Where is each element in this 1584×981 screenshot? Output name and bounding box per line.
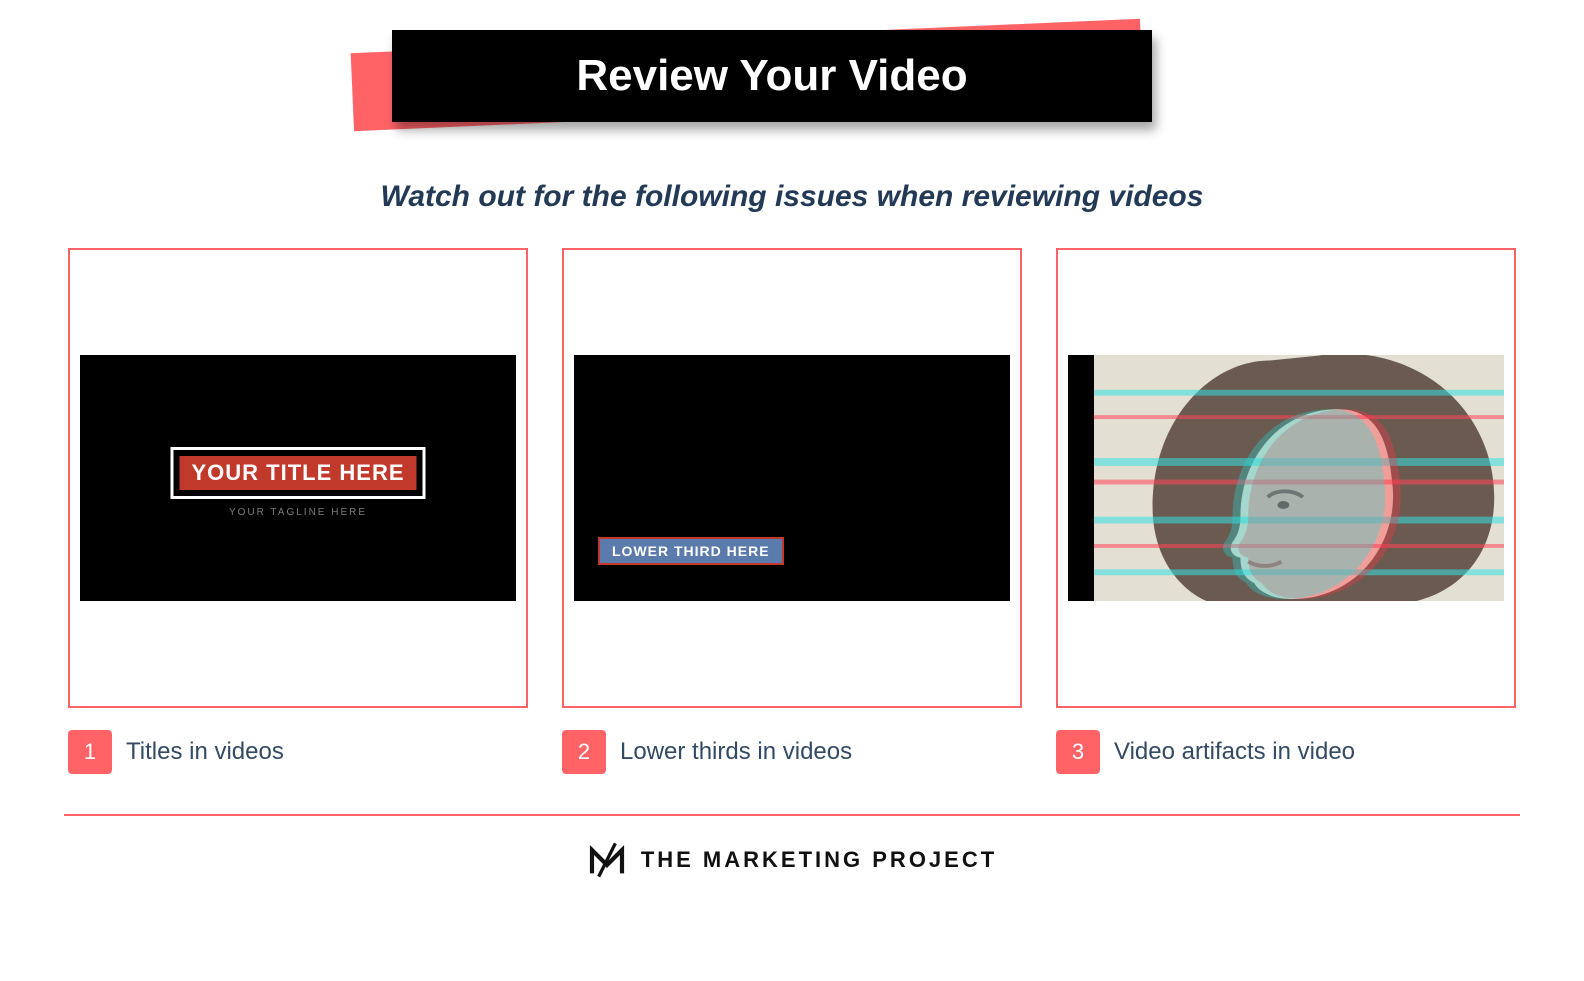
brand-logo-icon: [587, 840, 627, 880]
video-frame: YOUR TITLE HERE YOUR TAGLINE HERE: [80, 355, 516, 600]
caption-text: Video artifacts in video: [1114, 738, 1355, 766]
example-card-artifacts: [1056, 248, 1516, 708]
video-frame: LOWER THIRD HERE: [574, 355, 1010, 600]
glitch-image: [1094, 355, 1504, 600]
sample-tagline-text: YOUR TAGLINE HERE: [229, 507, 367, 518]
caption-item: 2 Lower thirds in videos: [562, 730, 1022, 774]
step-number: 3: [1056, 730, 1100, 774]
video-frame: [1068, 355, 1504, 600]
step-number: 2: [562, 730, 606, 774]
page-title-banner: Review Your Video: [392, 30, 1192, 150]
caption-item: 1 Titles in videos: [68, 730, 528, 774]
captions-row: 1 Titles in videos 2 Lower thirds in vid…: [0, 730, 1584, 774]
example-card-titles: YOUR TITLE HERE YOUR TAGLINE HERE: [68, 248, 528, 708]
page-title: Review Your Video: [392, 30, 1152, 122]
footer-brand: THE MARKETING PROJECT: [0, 840, 1584, 880]
page-subtitle: Watch out for the following issues when …: [0, 180, 1584, 214]
sample-title-text: YOUR TITLE HERE: [177, 454, 418, 492]
sample-lower-third: LOWER THIRD HERE: [598, 537, 784, 565]
brand-name: THE MARKETING PROJECT: [641, 847, 997, 873]
divider: [64, 814, 1520, 816]
page-title-text: Review Your Video: [576, 51, 967, 101]
caption-text: Titles in videos: [126, 738, 284, 766]
caption-item: 3 Video artifacts in video: [1056, 730, 1516, 774]
caption-text: Lower thirds in videos: [620, 738, 852, 766]
sample-title-box: YOUR TITLE HERE: [170, 447, 425, 499]
step-number: 1: [68, 730, 112, 774]
example-cards-row: YOUR TITLE HERE YOUR TAGLINE HERE LOWER …: [0, 248, 1584, 708]
example-card-lower-thirds: LOWER THIRD HERE: [562, 248, 1022, 708]
